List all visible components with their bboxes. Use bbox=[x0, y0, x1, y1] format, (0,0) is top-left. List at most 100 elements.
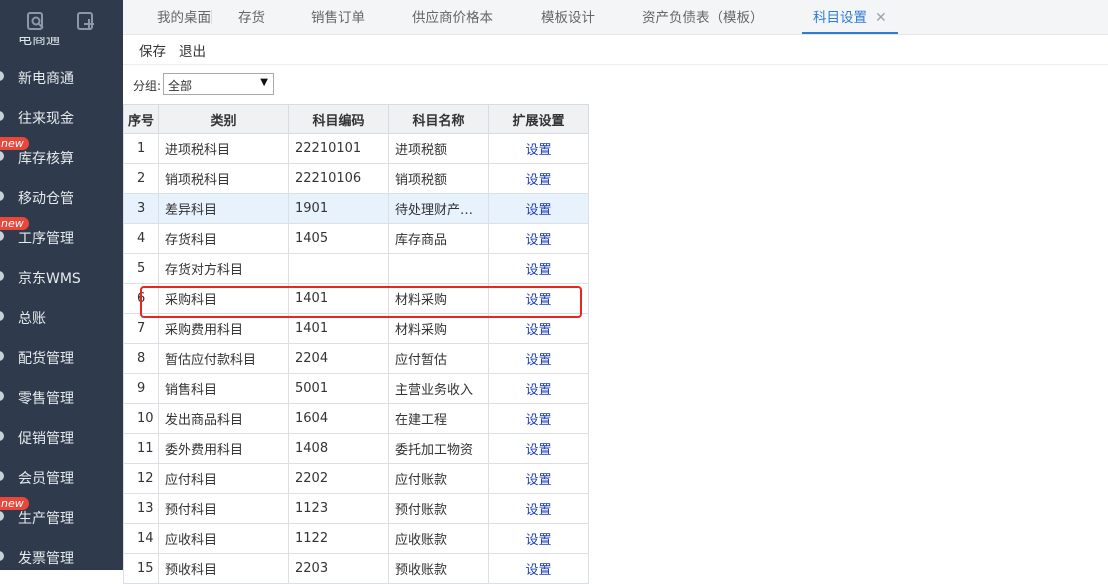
sidebar-item-label: 配货管理 bbox=[18, 351, 74, 367]
table-row[interactable]: 2 销项税科目 22210106 销项税额 设置 bbox=[123, 163, 589, 194]
sidebar-item[interactable]: 会员管理 bbox=[0, 458, 123, 498]
settings-link[interactable]: 设置 bbox=[525, 323, 551, 338]
cell-no: 1 bbox=[123, 133, 159, 164]
toolbar: 保存 退出 bbox=[123, 34, 1108, 65]
cell-extended-settings: 设置 bbox=[488, 283, 589, 314]
settings-link[interactable]: 设置 bbox=[525, 233, 551, 248]
settings-link[interactable]: 设置 bbox=[525, 143, 551, 158]
settings-link[interactable]: 设置 bbox=[525, 293, 551, 308]
sidebar-item[interactable]: 生产管理 new bbox=[0, 497, 123, 538]
tab-balance-sheet[interactable]: 资产负债表（模板） bbox=[642, 0, 764, 34]
sidebar-item[interactable]: 京东WMS bbox=[0, 258, 123, 298]
table-row[interactable]: 8 暂估应付款科目 2204 应付暂估 设置 bbox=[123, 343, 589, 374]
table-row[interactable]: 9 销售科目 5001 主营业务收入 设置 bbox=[123, 373, 589, 404]
cell-category: 差异科目 bbox=[158, 193, 289, 224]
save-button[interactable]: 保存 bbox=[139, 40, 166, 60]
tab-account-settings[interactable]: 科目设置 ✕ bbox=[802, 0, 898, 34]
cell-code: 1405 bbox=[288, 223, 389, 254]
cell-no: 11 bbox=[123, 433, 159, 464]
table-row[interactable]: 3 差异科目 1901 待处理财产… 设置 bbox=[123, 193, 589, 224]
tab-supplier-price[interactable]: 供应商价格本 bbox=[412, 0, 493, 34]
table-row[interactable]: 13 预付科目 1123 预付账款 设置 bbox=[123, 493, 589, 524]
new-badge: new bbox=[0, 497, 29, 510]
sidebar-item-label: 生产管理 bbox=[18, 511, 74, 527]
sidebar-item-label: 库存核算 bbox=[18, 151, 74, 167]
cell-extended-settings: 设置 bbox=[488, 553, 589, 584]
search-doc-icon[interactable] bbox=[26, 11, 46, 31]
exit-button[interactable]: 退出 bbox=[179, 40, 206, 60]
tab-inventory[interactable]: 存货 bbox=[238, 0, 265, 34]
tab-my-desktop[interactable]: 我的桌面 bbox=[157, 0, 212, 34]
cell-no: 15 bbox=[123, 553, 159, 584]
sidebar-item[interactable]: 促销管理 bbox=[0, 418, 123, 458]
cell-name: 待处理财产… bbox=[388, 193, 489, 224]
sidebar-item[interactable]: 移动仓管 bbox=[0, 178, 123, 218]
header-extended-settings: 扩展设置 bbox=[488, 104, 589, 134]
sidebar-item-label: 总账 bbox=[18, 311, 46, 327]
table-row[interactable]: 10 发出商品科目 1604 在建工程 设置 bbox=[123, 403, 589, 434]
cell-extended-settings: 设置 bbox=[488, 463, 589, 494]
settings-link[interactable]: 设置 bbox=[525, 503, 551, 518]
settings-link[interactable]: 设置 bbox=[525, 173, 551, 188]
menu-bullet-icon bbox=[0, 151, 4, 161]
table-row[interactable]: 4 存货科目 1405 库存商品 设置 bbox=[123, 223, 589, 254]
dropdown-arrow-icon[interactable]: ▼ bbox=[260, 77, 268, 88]
settings-link[interactable]: 设置 bbox=[525, 263, 551, 278]
settings-link[interactable]: 设置 bbox=[525, 203, 551, 218]
sidebar: 电商通 新电商通 往来现金 库存核算 new 移动仓管 工序管理 new 京东WMS 总账 配货管… bbox=[0, 0, 123, 570]
settings-link[interactable]: 设置 bbox=[525, 533, 551, 548]
menu-bullet-icon bbox=[0, 551, 4, 561]
menu-bullet-icon bbox=[0, 351, 4, 361]
sidebar-item[interactable]: 工序管理 new bbox=[0, 217, 123, 258]
sidebar-item[interactable]: 总账 bbox=[0, 298, 123, 338]
cell-code: 5001 bbox=[288, 373, 389, 404]
table-row[interactable]: 12 应付科目 2202 应付账款 设置 bbox=[123, 463, 589, 494]
add-doc-icon[interactable] bbox=[76, 11, 96, 31]
menu-bullet-icon bbox=[0, 191, 4, 201]
cell-code: 1122 bbox=[288, 523, 389, 554]
table-row[interactable]: 5 存货对方科目 设置 bbox=[123, 253, 589, 284]
menu-bullet-icon bbox=[0, 391, 4, 401]
close-icon[interactable]: ✕ bbox=[875, 10, 887, 26]
menu-bullet-icon bbox=[0, 431, 4, 441]
sidebar-item[interactable]: 发票管理 bbox=[0, 538, 123, 570]
cell-category: 预收科目 bbox=[158, 553, 289, 584]
table-row[interactable]: 7 采购费用科目 1401 材料采购 设置 bbox=[123, 313, 589, 344]
table-row[interactable]: 14 应收科目 1122 应收账款 设置 bbox=[123, 523, 589, 554]
table-row[interactable]: 15 预收科目 2203 预收账款 设置 bbox=[123, 553, 589, 584]
settings-link[interactable]: 设置 bbox=[525, 353, 551, 368]
table-row[interactable]: 6 采购科目 1401 材料采购 设置 bbox=[123, 283, 589, 314]
table-row[interactable]: 1 进项税科目 22210101 进项税额 设置 bbox=[123, 133, 589, 164]
settings-link[interactable]: 设置 bbox=[525, 443, 551, 458]
tab-sales-order[interactable]: 销售订单 bbox=[311, 0, 365, 34]
cell-no: 5 bbox=[123, 253, 159, 284]
cell-code: 1901 bbox=[288, 193, 389, 224]
group-label: 分组: bbox=[133, 79, 162, 93]
cell-category: 采购费用科目 bbox=[158, 313, 289, 344]
group-select[interactable]: 全部 ▼ bbox=[163, 73, 274, 95]
settings-link[interactable]: 设置 bbox=[525, 383, 551, 398]
sidebar-item[interactable]: 往来现金 bbox=[0, 98, 123, 138]
header-name: 科目名称 bbox=[388, 104, 489, 134]
menu-bullet-icon bbox=[0, 271, 4, 281]
cell-code: 2202 bbox=[288, 463, 389, 494]
cell-code: 2204 bbox=[288, 343, 389, 374]
sidebar-item[interactable]: 新电商通 bbox=[0, 58, 123, 98]
cell-extended-settings: 设置 bbox=[488, 403, 589, 434]
cell-category: 应收科目 bbox=[158, 523, 289, 554]
header-code: 科目编码 bbox=[288, 104, 389, 134]
tab-template-design[interactable]: 模板设计 bbox=[541, 0, 595, 34]
settings-link[interactable]: 设置 bbox=[525, 563, 551, 578]
sidebar-item[interactable]: 零售管理 bbox=[0, 378, 123, 418]
sidebar-item-label: 新电商通 bbox=[18, 71, 74, 87]
new-badge: new bbox=[0, 217, 29, 230]
settings-link[interactable]: 设置 bbox=[525, 413, 551, 428]
cell-name: 委托加工物资 bbox=[388, 433, 489, 464]
sidebar-item[interactable]: 配货管理 bbox=[0, 338, 123, 378]
cell-name: 销项税额 bbox=[388, 163, 489, 194]
settings-link[interactable]: 设置 bbox=[525, 473, 551, 488]
table-row[interactable]: 11 委外费用科目 1408 委托加工物资 设置 bbox=[123, 433, 589, 464]
sidebar-item[interactable]: 库存核算 new bbox=[0, 137, 123, 178]
cell-extended-settings: 设置 bbox=[488, 163, 589, 194]
new-badge: new bbox=[0, 137, 29, 150]
